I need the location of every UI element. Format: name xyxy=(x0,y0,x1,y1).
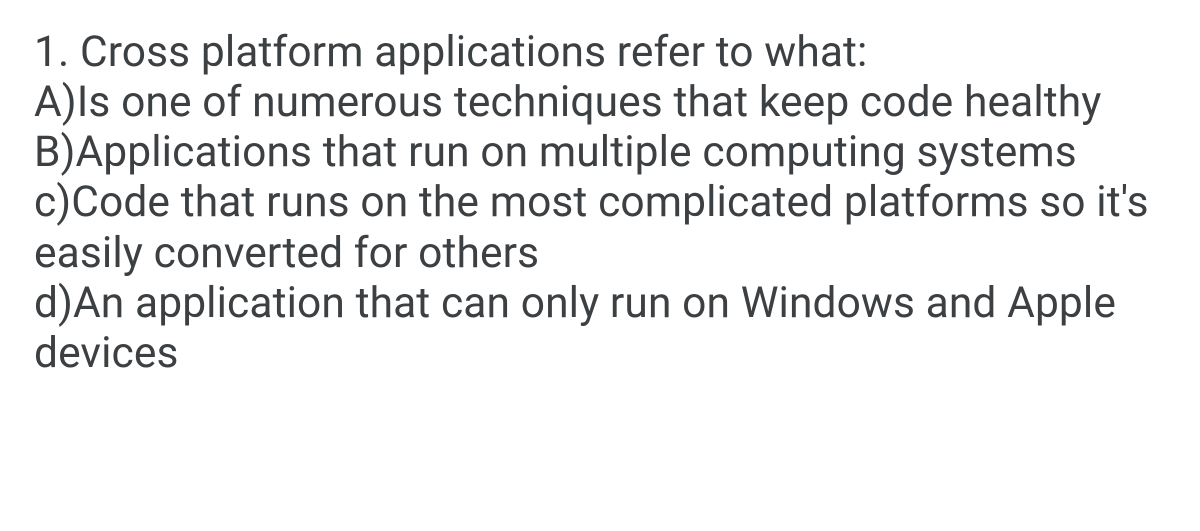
option-label: A) xyxy=(34,78,77,127)
option-d: d)An application that can only run on Wi… xyxy=(34,279,1166,379)
option-label: d) xyxy=(34,279,73,328)
question-block: 1. Cross platform applications refer to … xyxy=(0,0,1200,379)
option-text: Code that runs on the most complicated p… xyxy=(34,178,1149,277)
option-label: c) xyxy=(34,178,71,227)
option-b: B)Applications that run on multiple comp… xyxy=(34,128,1166,178)
option-text: Is one of numerous techniques that keep … xyxy=(77,78,1102,127)
option-label: B) xyxy=(34,128,75,177)
question-text: Cross platform applications refer to wha… xyxy=(80,28,867,77)
option-a: A)Is one of numerous techniques that kee… xyxy=(34,78,1166,128)
option-text: Applications that run on multiple comput… xyxy=(75,128,1076,177)
question-number: 1. xyxy=(34,28,69,77)
option-text: An application that can only run on Wind… xyxy=(34,279,1116,378)
question-prompt: 1. Cross platform applications refer to … xyxy=(34,28,1166,78)
option-c: c)Code that runs on the most complicated… xyxy=(34,178,1166,278)
